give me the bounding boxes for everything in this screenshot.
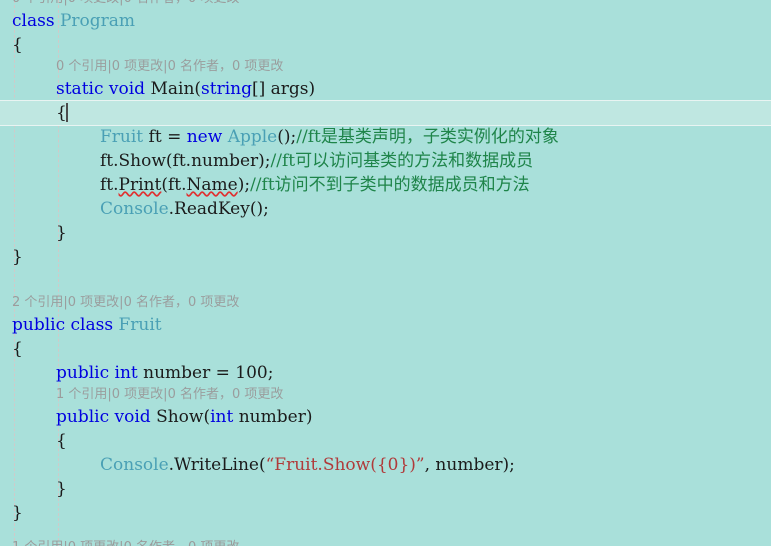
string-token: “Fruit.Show({0})” xyxy=(265,455,425,475)
keyword-token: int xyxy=(114,363,138,383)
code-line[interactable]: ft.Show(ft.number);//ft可以访问基类的方法和数据成员 xyxy=(0,149,771,173)
code-token: .WriteLine( xyxy=(168,455,266,475)
code-token: } xyxy=(56,223,67,243)
code-line[interactable]: public int number = 100; xyxy=(0,361,771,385)
code-token: } xyxy=(12,247,23,267)
keyword-token: void xyxy=(108,79,146,99)
code-token: , number); xyxy=(424,455,515,475)
code-line[interactable]: { xyxy=(0,33,771,57)
keyword-token: new xyxy=(186,127,223,147)
code-line[interactable]: public void Show(int number) xyxy=(0,405,771,429)
keyword-token: void xyxy=(114,407,151,427)
codelens-annotation[interactable]: 2 个引用|0 项更改|0 名作者，0 项更改 xyxy=(0,293,771,313)
code-token: Show( xyxy=(150,407,211,427)
code-token: { xyxy=(56,431,67,451)
codelens-annotation-clipped-top[interactable]: 0 个引用|0 项更改|0 名作者，0 项更改 xyxy=(0,0,771,9)
type-token: Fruit xyxy=(118,315,162,335)
code-token: ); xyxy=(237,175,251,195)
code-line[interactable]: static void Main(string[] args) xyxy=(0,77,771,101)
code-token: ft. xyxy=(100,175,119,195)
code-token: { xyxy=(12,339,23,359)
keyword-token: class xyxy=(70,315,114,335)
keyword-token: string xyxy=(201,79,252,99)
keyword-token: static xyxy=(56,79,104,99)
code-line[interactable]: Console.ReadKey(); xyxy=(0,197,771,221)
code-line[interactable]: { xyxy=(0,337,771,361)
code-token: [] args) xyxy=(251,79,316,99)
type-token: Apple xyxy=(227,127,278,147)
code-token: ft = xyxy=(143,127,187,147)
text-caret xyxy=(65,103,68,122)
keyword-token: class xyxy=(12,11,55,31)
code-line[interactable]: } xyxy=(0,501,771,525)
code-line[interactable]: } xyxy=(0,221,771,245)
code-token: (); xyxy=(277,127,297,147)
code-token: ft.Show(ft.number); xyxy=(100,151,271,171)
code-token: Main( xyxy=(145,79,202,99)
code-token: } xyxy=(56,479,67,499)
comment-token: //ft可以访问基类的方法和数据成员 xyxy=(270,151,534,171)
code-line[interactable]: Console.WriteLine(“Fruit.Show({0})”, num… xyxy=(0,453,771,477)
keyword-token: public xyxy=(12,315,66,335)
code-line[interactable]: class Program xyxy=(0,9,771,33)
code-line[interactable]: { xyxy=(0,429,771,453)
keyword-token: public xyxy=(56,363,110,383)
type-token: Program xyxy=(59,11,136,31)
code-token: number) xyxy=(233,407,313,427)
code-token: } xyxy=(12,503,23,523)
code-line[interactable]: } xyxy=(0,477,771,501)
type-token: Console xyxy=(100,455,169,475)
error-token: Name xyxy=(186,175,238,195)
code-line[interactable]: ft.Print(ft.Name);//ft访问不到子类中的数据成员和方法 xyxy=(0,173,771,197)
error-token: Print xyxy=(118,175,162,195)
comment-token: //ft是基类声明，子类实例化的对象 xyxy=(296,127,559,147)
code-token: { xyxy=(12,35,23,55)
code-editor[interactable]: 0 个引用|0 项更改|0 名作者，0 项更改 class Program{0 … xyxy=(0,0,771,546)
codelens-annotation-clipped-bottom[interactable]: 1 个引用|0 项更改|0 名作者，0 项更改 xyxy=(0,538,771,546)
code-line[interactable]: public class Fruit xyxy=(0,313,771,337)
code-line[interactable]: } xyxy=(0,245,771,269)
code-token: (ft. xyxy=(161,175,187,195)
code-token: number = 100; xyxy=(137,363,274,383)
codelens-annotation[interactable]: 0 个引用|0 项更改|0 名作者，0 项更改 xyxy=(0,57,771,77)
keyword-token: int xyxy=(210,407,234,427)
code-line[interactable]: { xyxy=(0,101,771,125)
type-token: Fruit xyxy=(100,127,144,147)
type-token: Console xyxy=(100,199,169,219)
code-token: .ReadKey(); xyxy=(168,199,269,219)
keyword-token: public xyxy=(56,407,110,427)
code-line-blank[interactable] xyxy=(0,269,771,293)
codelens-annotation[interactable]: 1 个引用|0 项更改|0 名作者，0 项更改 xyxy=(0,385,771,405)
comment-token: //ft访问不到子类中的数据成员和方法 xyxy=(250,175,530,195)
code-line[interactable]: Fruit ft = new Apple();//ft是基类声明，子类实例化的对… xyxy=(0,125,771,149)
